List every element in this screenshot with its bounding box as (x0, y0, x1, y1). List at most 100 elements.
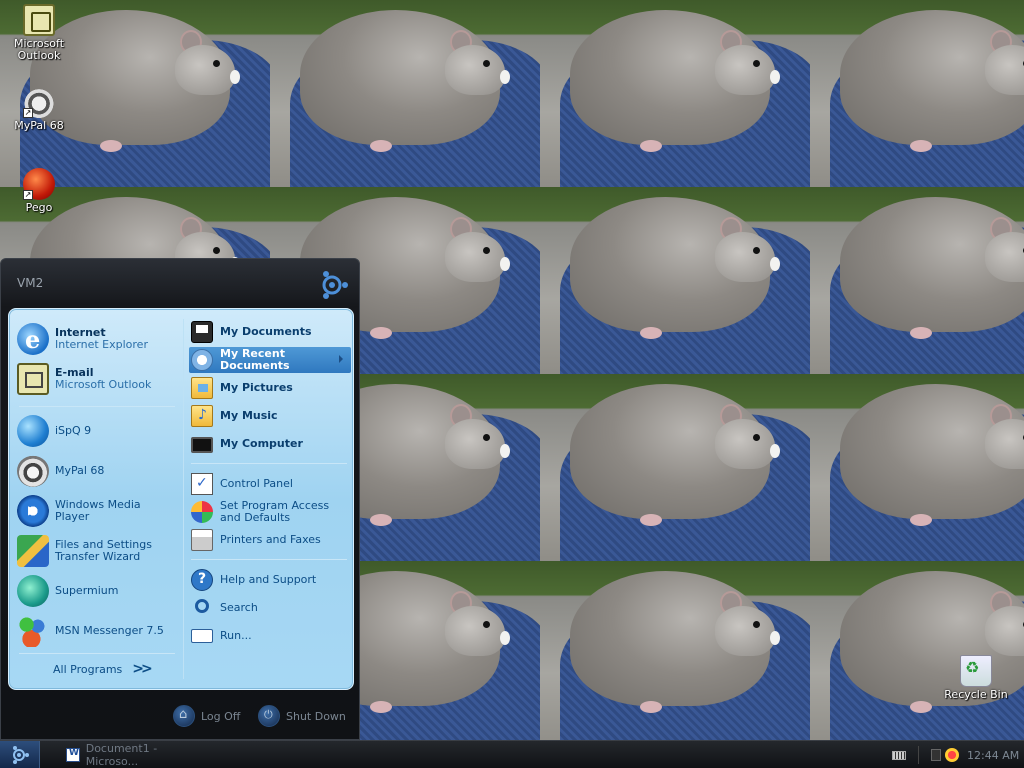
place-my-documents[interactable]: My Documents (191, 319, 312, 345)
start-menu-programs-column: InternetInternet Explorer E-mailMicrosof… (9, 309, 183, 689)
item-label: My Music (220, 409, 278, 422)
item-label: Run... (220, 629, 252, 642)
security-alert-icon[interactable] (945, 748, 959, 762)
program-mypal[interactable]: MyPal 68 (17, 453, 104, 489)
start-menu: VM2 InternetInternet Explorer E-mailMicr… (0, 258, 360, 740)
system-printers-faxes[interactable]: Printers and Faxes (191, 527, 321, 553)
support-help[interactable]: Help and Support (191, 567, 316, 593)
log-off-button[interactable]: Log Off (173, 705, 240, 727)
taskbar: Document1 - Microso... 12:44 AM (0, 740, 1024, 768)
keyboard-icon[interactable] (892, 750, 906, 760)
clock[interactable]: 12:44 AM (967, 749, 1019, 762)
separator (191, 559, 347, 560)
place-my-computer[interactable]: My Computer (191, 431, 303, 457)
shortcut-arrow-icon: ↗ (23, 108, 33, 118)
log-off-label: Log Off (201, 709, 241, 723)
desktop-icon-microsoft-outlook[interactable]: Microsoft Outlook (3, 4, 75, 62)
desktop-icon-recycle-bin[interactable]: Recycle Bin (940, 655, 1012, 701)
wallpaper-tile (810, 374, 1024, 561)
separator (19, 653, 175, 654)
wallpaper-tile (270, 0, 540, 187)
wallpaper-tile (810, 561, 1024, 740)
item-label: Player (55, 510, 90, 523)
pinned-internet[interactable]: InternetInternet Explorer (17, 321, 148, 357)
system-control-panel[interactable]: Control Panel (191, 471, 293, 497)
internet-explorer-icon (17, 323, 49, 355)
printer-icon (191, 529, 213, 551)
item-label: and Defaults (220, 511, 291, 524)
recycle-bin-icon (960, 655, 992, 687)
submenu-arrow-icon (339, 355, 343, 363)
outlook-icon (23, 4, 55, 36)
program-windows-media-player[interactable]: Windows MediaPlayer (17, 493, 141, 529)
support-run[interactable]: Run... (191, 623, 252, 649)
item-subtitle: Microsoft Outlook (55, 378, 152, 391)
my-computer-icon (191, 437, 213, 453)
my-music-icon (191, 405, 213, 427)
place-my-pictures[interactable]: My Pictures (191, 375, 293, 401)
log-off-icon (173, 705, 195, 727)
wallpaper-tile (540, 187, 810, 374)
support-search[interactable]: Search (191, 595, 258, 621)
item-label: Documents (220, 359, 290, 372)
wallpaper-tile (540, 0, 810, 187)
transfer-wizard-icon (17, 535, 49, 567)
item-label: Printers and Faxes (220, 533, 321, 546)
desktop-icon-label: Outlook (17, 49, 61, 62)
item-label: My Computer (220, 437, 303, 450)
start-logo-icon (322, 271, 348, 299)
tray-separator (918, 746, 919, 764)
wallpaper-tile (810, 0, 1024, 187)
place-my-music[interactable]: My Music (191, 403, 278, 429)
item-label: MyPal 68 (55, 464, 105, 477)
item-label: Supermium (55, 584, 119, 597)
start-menu-places-column: My Documents My Recent Documents My Pictu… (185, 309, 353, 689)
program-supermium[interactable]: Supermium (17, 573, 119, 609)
double-chevron-right-icon: >> (132, 661, 153, 677)
my-documents-icon (191, 321, 213, 343)
word-document-icon (66, 748, 80, 762)
item-label: Search (220, 601, 258, 614)
program-msn-messenger[interactable]: MSN Messenger 7.5 (17, 613, 164, 649)
desktop-icon-mypal[interactable]: ↗ MyPal 68 (3, 86, 75, 132)
shut-down-button[interactable]: Shut Down (258, 705, 346, 727)
all-programs-button[interactable]: All Programs >> (53, 661, 153, 677)
separator (19, 406, 175, 407)
program-files-settings-transfer[interactable]: Files and Settings Transfer Wizard (17, 533, 152, 569)
item-label: MSN Messenger 7.5 (55, 624, 164, 637)
system-tray: 12:44 AM (888, 744, 1024, 766)
program-access-icon (191, 501, 213, 523)
item-label: Transfer Wizard (55, 550, 141, 563)
shortcut-arrow-icon: ↗ (23, 190, 33, 200)
mypal-icon: ↗ (23, 86, 55, 118)
supermium-icon (17, 575, 49, 607)
shut-down-label: Shut Down (286, 709, 346, 723)
taskbar-button-document1[interactable]: Document1 - Microso... (60, 742, 210, 768)
start-button[interactable] (0, 741, 40, 768)
all-programs-label: All Programs (53, 662, 123, 676)
item-label: My Pictures (220, 381, 293, 394)
column-divider (183, 319, 184, 679)
item-label: Help and Support (220, 573, 317, 586)
outlook-icon (17, 363, 49, 395)
pinned-email[interactable]: E-mail Microsoft Outlook (17, 361, 151, 397)
program-ispq[interactable]: iSpQ 9 (17, 413, 91, 449)
item-subtitle: Internet Explorer (55, 338, 148, 351)
separator (191, 463, 347, 464)
network-icon[interactable] (931, 749, 941, 761)
start-logo-icon (13, 746, 29, 764)
taskbar-button-label: Document1 - Microso... (85, 742, 158, 768)
start-menu-panel: InternetInternet Explorer E-mailMicrosof… (8, 308, 354, 690)
desktop-icon-pego[interactable]: ↗ Pego (3, 168, 75, 214)
system-set-program-access[interactable]: Set Program Access and Defaults (191, 499, 329, 525)
ispq-icon (17, 415, 49, 447)
search-icon (195, 599, 209, 613)
item-label: iSpQ 9 (55, 424, 92, 437)
mypal-icon (17, 455, 49, 487)
desktop-icon-label: Recycle Bin (944, 688, 1008, 701)
media-player-icon (17, 495, 49, 527)
wallpaper-tile (540, 561, 810, 740)
control-panel-icon (191, 473, 213, 495)
place-my-recent-documents[interactable]: My Recent Documents (189, 347, 351, 373)
msn-messenger-icon (17, 615, 49, 647)
